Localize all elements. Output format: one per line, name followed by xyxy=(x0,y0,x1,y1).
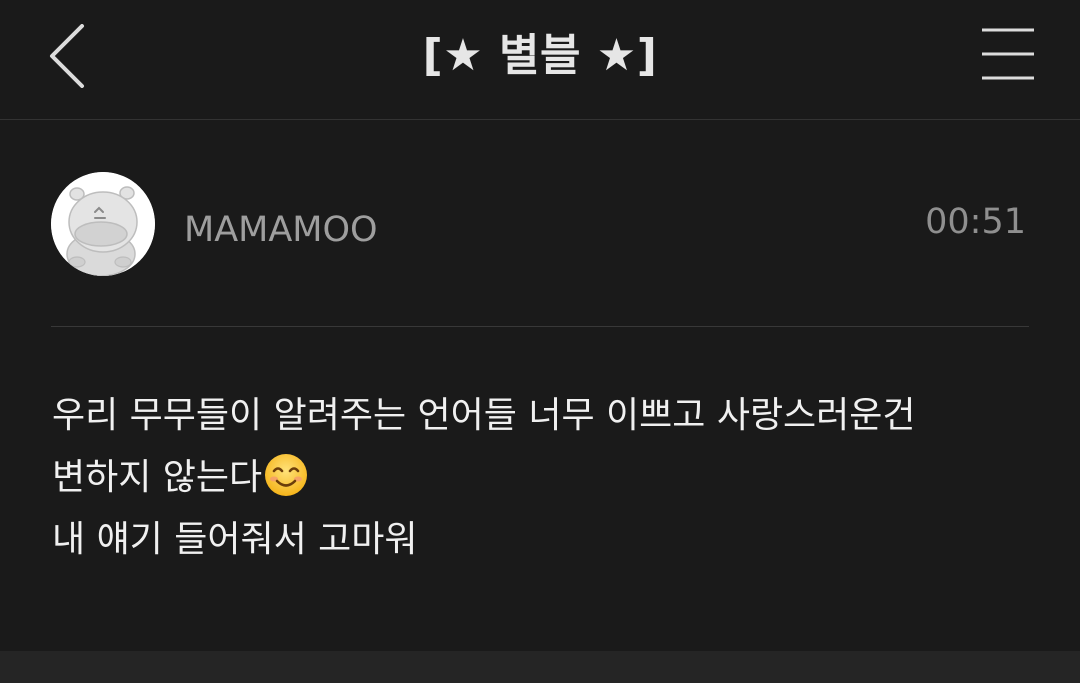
hippo-avatar-icon xyxy=(51,172,155,276)
menu-button[interactable] xyxy=(972,20,1044,90)
bottom-bar xyxy=(0,651,1080,683)
avatar[interactable] xyxy=(51,172,155,276)
post-time: 00:51 xyxy=(925,202,1026,242)
divider xyxy=(51,326,1029,327)
message-line: 우리 무무들이 알려주는 언어들 너무 이쁘고 사랑스러운건 xyxy=(52,395,916,436)
author-name[interactable]: MAMAMOO xyxy=(184,206,378,254)
message-line-with-emoji: 변하지 않는다 xyxy=(52,447,1042,509)
post-header: MAMAMOO 00:51 xyxy=(0,120,1080,328)
message-line: 내 얘기 들어줘서 고마워 xyxy=(52,519,418,560)
top-app-bar: [★ 별블 ★] xyxy=(0,0,1080,120)
message-line-text: 변하지 않는다 xyxy=(52,457,263,498)
hamburger-menu-icon xyxy=(982,28,1034,80)
message-body: 우리 무무들이 알려주는 언어들 너무 이쁘고 사랑스러운건 변하지 않는다 내… xyxy=(52,385,1042,571)
smiling-face-emoji-icon xyxy=(265,454,308,496)
page-title: [★ 별블 ★] xyxy=(422,30,658,81)
